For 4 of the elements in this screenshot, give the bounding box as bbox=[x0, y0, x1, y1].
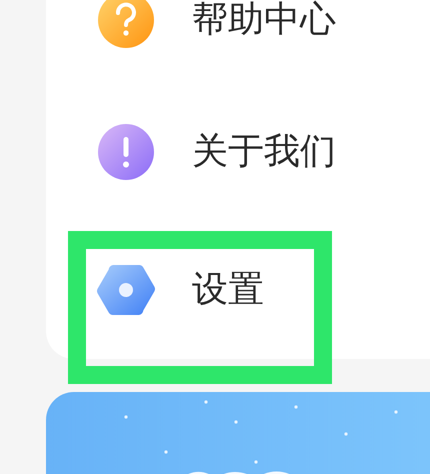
menu-item-label[interactable]: 关于我们 bbox=[192, 134, 336, 170]
exclamation-icon bbox=[97, 123, 155, 181]
gear-icon bbox=[97, 264, 155, 316]
menu-item-label[interactable]: 设置 bbox=[192, 272, 264, 308]
